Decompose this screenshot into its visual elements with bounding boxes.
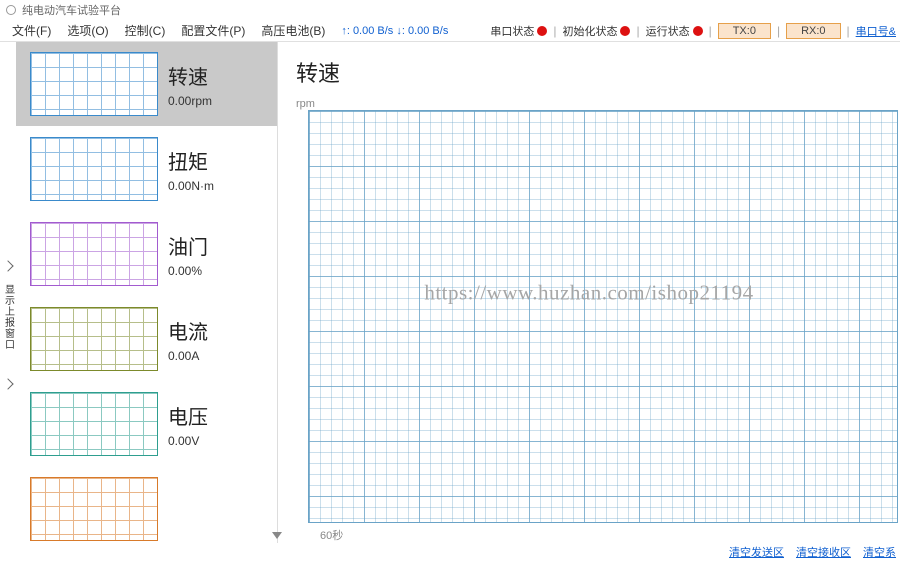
menu-bar: 文件(F) 选项(O) 控制(C) 配置文件(P) 高压电池(B) ↑: 0.0… <box>0 20 900 42</box>
param-card-1[interactable]: 扭矩 0.00N·m <box>16 127 277 212</box>
chevron-right-icon[interactable] <box>2 260 13 271</box>
menu-config[interactable]: 配置文件(P) <box>173 20 253 41</box>
mini-chart <box>30 137 158 201</box>
y-axis-label: rpm <box>278 98 900 110</box>
status-group: 串口状态 | 初始化状态 | 运行状态 | TX:0 | RX:0 | 串口号& <box>490 23 896 39</box>
mini-chart <box>30 52 158 116</box>
port-link[interactable]: 串口号& <box>856 23 896 39</box>
window-title: 纯电动汽车试验平台 <box>22 2 121 18</box>
param-value: 0.00N·m <box>168 179 214 193</box>
run-status-label: 运行状态 <box>646 23 690 39</box>
app-icon <box>6 5 16 15</box>
mini-chart <box>30 222 158 286</box>
transfer-rate: ↑: 0.00 B/s ↓: 0.00 B/s <box>341 25 448 37</box>
clear-send-link[interactable]: 清空发送区 <box>729 544 784 560</box>
scroll-down-icon[interactable] <box>272 532 282 539</box>
mini-chart <box>30 392 158 456</box>
main-panel: 转速 rpm 60秒 https://www.huzhan.com/ishop2… <box>278 42 900 543</box>
x-axis-label: 60秒 <box>278 523 900 543</box>
menu-battery[interactable]: 高压电池(B) <box>253 20 333 41</box>
chart-plot-area[interactable] <box>308 110 898 523</box>
chart-title: 转速 <box>278 42 900 98</box>
left-rail: 显示上报窗口 <box>0 42 16 543</box>
mini-chart <box>30 477 158 541</box>
param-name: 电压 <box>168 401 208 430</box>
menu-file[interactable]: 文件(F) <box>4 20 59 41</box>
param-card-4[interactable]: 电压 0.00V <box>16 382 277 467</box>
param-card-0[interactable]: 转速 0.00rpm <box>16 42 277 127</box>
param-card-5[interactable] <box>16 467 277 543</box>
param-name: 电流 <box>168 316 208 345</box>
param-value: 0.00A <box>168 349 208 363</box>
param-sidebar[interactable]: 转速 0.00rpm 扭矩 0.00N·m 油门 0.00% 电流 0.00A 电压 0.00V <box>16 42 278 543</box>
title-bar: 纯电动汽车试验平台 <box>0 0 900 20</box>
chevron-right-icon[interactable] <box>2 378 13 389</box>
rail-label[interactable]: 显示上报窗口 <box>1 284 16 350</box>
init-status-label: 初始化状态 <box>562 23 617 39</box>
param-name: 转速 <box>168 61 212 90</box>
mini-chart <box>30 307 158 371</box>
serial-status-dot <box>537 26 547 36</box>
clear-recv-link[interactable]: 清空接收区 <box>796 544 851 560</box>
run-status-dot <box>693 26 703 36</box>
param-name: 扭矩 <box>168 146 214 175</box>
rx-counter: RX:0 <box>786 23 840 39</box>
param-name: 油门 <box>168 231 208 260</box>
clear-all-link[interactable]: 清空系 <box>863 544 896 560</box>
param-value: 0.00rpm <box>168 94 212 108</box>
param-value: 0.00V <box>168 434 208 448</box>
param-value: 0.00% <box>168 264 208 278</box>
serial-status-label: 串口状态 <box>490 23 534 39</box>
menu-options[interactable]: 选项(O) <box>59 20 116 41</box>
footer-links: 清空发送区 清空接收区 清空系 <box>729 544 896 560</box>
param-card-3[interactable]: 电流 0.00A <box>16 297 277 382</box>
menu-control[interactable]: 控制(C) <box>117 20 174 41</box>
param-card-2[interactable]: 油门 0.00% <box>16 212 277 297</box>
tx-counter: TX:0 <box>718 23 771 39</box>
init-status-dot <box>620 26 630 36</box>
